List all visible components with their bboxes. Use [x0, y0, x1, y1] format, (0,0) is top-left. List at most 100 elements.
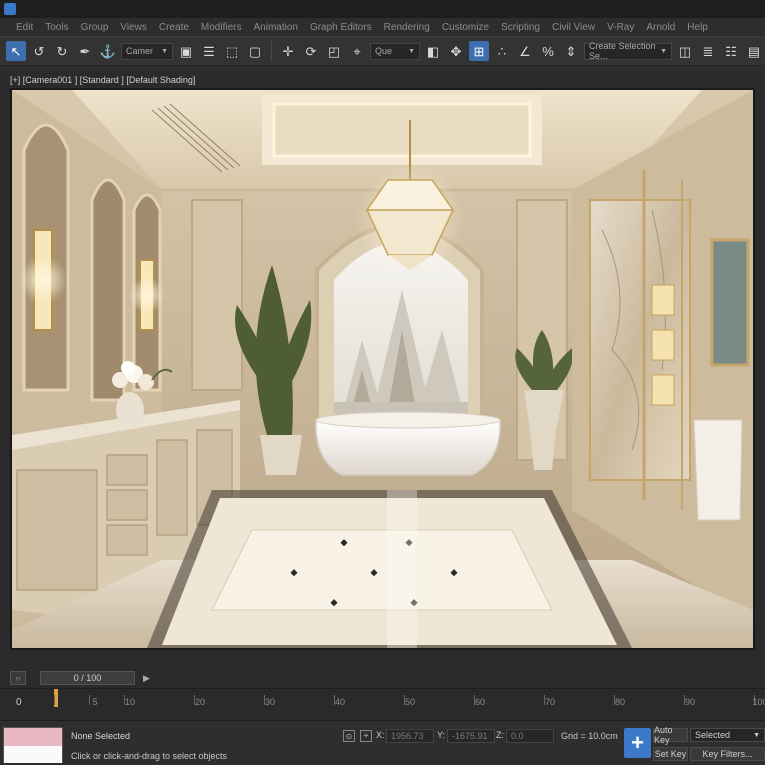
ruler-label: 5 [92, 697, 98, 707]
select-by-name-icon[interactable]: ☰ [199, 41, 219, 61]
select-object-icon[interactable]: ↖ [6, 41, 26, 61]
selection-status: None Selected [71, 731, 131, 741]
auto-key-button[interactable]: Auto Key [653, 725, 688, 745]
menu-help[interactable]: Help [681, 22, 714, 33]
mirror-icon[interactable]: ◫ [675, 41, 695, 61]
menu-bar: Edit Tools Group Views Create Modifiers … [0, 18, 765, 36]
named-selection-sets-dropdown[interactable]: Create Selection Se... ▼ [584, 41, 672, 61]
auto-key-label: Auto Key [654, 725, 673, 745]
selection-filter-value: Camer [126, 46, 154, 56]
ruler-label: 80 [614, 697, 626, 707]
y-coordinate-field[interactable]: -1675.91 [447, 729, 495, 743]
time-slider-bar: ○ 0 / 100 ▶ [0, 668, 765, 688]
menu-vray[interactable]: V-Ray [601, 22, 640, 33]
ruler-label: 70 [544, 697, 556, 707]
set-keys-icon[interactable]: + [624, 728, 651, 758]
reference-coordinate-dropdown[interactable]: Que ▼ [370, 42, 420, 60]
select-and-link-icon[interactable]: ↺ [29, 41, 49, 61]
menu-group[interactable]: Group [75, 22, 115, 33]
time-slider-next-icon[interactable]: ▶ [143, 673, 150, 684]
current-frame: 0 [16, 697, 22, 708]
time-slider-frame: 0 / 100 [73, 673, 102, 683]
ruler-label: 20 [194, 697, 206, 707]
z-coordinate-label: Z: [496, 730, 504, 740]
y-coordinate-value: -1675.91 [452, 731, 488, 741]
menu-graph-editors[interactable]: Graph Editors [304, 22, 378, 33]
key-filters-button[interactable]: Key Filters... [690, 747, 765, 761]
move-icon[interactable]: ✛ [278, 41, 298, 61]
grid-size-label: Grid = 10.0cm [561, 731, 618, 741]
keyboard-shortcut-override-icon[interactable]: ⊞ [469, 41, 489, 61]
placement-icon[interactable]: ⌖ [347, 41, 367, 61]
set-key-button[interactable]: Set Key [653, 747, 688, 761]
select-icon[interactable]: ▣ [176, 41, 196, 61]
y-coordinate-label: Y: [437, 730, 446, 740]
menu-civil-view[interactable]: Civil View [546, 22, 601, 33]
menu-views[interactable]: Views [114, 22, 153, 33]
bind-to-space-warp-icon[interactable]: ✒ [75, 41, 95, 61]
menu-arnold[interactable]: Arnold [640, 22, 681, 33]
key-mode-dropdown[interactable]: Selected ▼ [690, 728, 765, 742]
isolate-selection-icon[interactable]: ⊙ [343, 730, 355, 742]
ruler-label: 50 [404, 697, 416, 707]
track-bar[interactable]: 0 5 10 20 30 40 50 60 70 80 90 100 [0, 688, 765, 720]
toggle-ribbon-icon[interactable]: ▤ [744, 41, 764, 61]
align-icon[interactable]: ≣ [698, 41, 718, 61]
selection-filter-dropdown[interactable]: Camer ▼ [121, 42, 173, 60]
set-key-label: Set Key [654, 749, 687, 759]
percent-snap-icon[interactable]: % [538, 41, 558, 61]
ruler-label: 60 [474, 697, 486, 707]
toggle-timeline-icon[interactable]: ○ [10, 671, 26, 685]
window-crossing-icon[interactable]: ▢ [245, 41, 265, 61]
x-coordinate-field[interactable]: 1956.73 [386, 729, 434, 743]
scale-icon[interactable]: ◰ [324, 41, 344, 61]
chevron-down-icon: ▼ [408, 47, 415, 55]
maxscript-listener-swatch[interactable] [3, 727, 63, 763]
app-logo-icon [4, 3, 16, 15]
named-selection-sets-value: Create Selection Se... [589, 41, 656, 61]
toolbar-divider [271, 41, 272, 61]
angle-snap-icon[interactable]: ∠ [515, 41, 535, 61]
chevron-down-icon: ▼ [660, 47, 667, 55]
menu-modifiers[interactable]: Modifiers [195, 22, 248, 33]
ruler-label: 40 [334, 697, 346, 707]
ruler-label: 30 [264, 697, 276, 707]
absolute-mode-icon[interactable]: ⌖ [360, 730, 372, 742]
menu-tools[interactable]: Tools [39, 22, 74, 33]
menu-customize[interactable]: Customize [436, 22, 495, 33]
timeline-ruler[interactable]: 5 10 20 30 40 50 60 70 80 90 100 [54, 689, 765, 721]
unlink-icon[interactable]: ↻ [52, 41, 72, 61]
link-icon[interactable]: ⚓ [98, 41, 118, 61]
menu-create[interactable]: Create [153, 22, 195, 33]
main-toolbar: ↖ ↺ ↻ ✒ ⚓ Camer ▼ ▣ ☰ ⬚ ▢ ✛ ⟳ ◰ ⌖ Que ▼ ◧ … [0, 36, 765, 66]
title-bar [0, 0, 765, 18]
chevron-down-icon: ▼ [161, 47, 168, 55]
rectangular-selection-icon[interactable]: ⬚ [222, 41, 242, 61]
snaps-toggle-icon[interactable]: ∴ [492, 41, 512, 61]
key-mode-value: Selected [695, 730, 731, 740]
camera-viewport[interactable] [10, 88, 755, 650]
viewport-label[interactable]: [+] [Camera001 ] [Standard ] [Default Sh… [10, 75, 195, 85]
menu-rendering[interactable]: Rendering [378, 22, 436, 33]
prompt-line: Click or click-and-drag to select object… [71, 751, 228, 761]
z-coordinate-value: 0.0 [511, 731, 524, 741]
rendered-bathroom-scene [12, 90, 753, 648]
menu-edit[interactable]: Edit [10, 22, 39, 33]
ruler-label: 10 [124, 697, 136, 707]
maxscript-swatch-top [4, 728, 62, 746]
select-manipulate-icon[interactable]: ✥ [446, 41, 466, 61]
maxscript-swatch-bottom [4, 746, 62, 763]
pivot-center-icon[interactable]: ◧ [423, 41, 443, 61]
viewport-header: [+] [Camera001 ] [Standard ] [Default Sh… [0, 72, 765, 88]
x-coordinate-value: 1956.73 [391, 731, 424, 741]
reference-coordinate-value: Que [375, 46, 393, 56]
ruler-tick [54, 695, 55, 705]
status-bar: None Selected Click or click-and-drag to… [0, 720, 765, 765]
z-coordinate-field[interactable]: 0.0 [506, 729, 554, 743]
layer-explorer-icon[interactable]: ☷ [721, 41, 741, 61]
spinner-snap-icon[interactable]: ⇕ [561, 41, 581, 61]
menu-animation[interactable]: Animation [247, 22, 303, 33]
time-slider[interactable]: 0 / 100 [40, 671, 135, 685]
menu-scripting[interactable]: Scripting [495, 22, 546, 33]
rotate-icon[interactable]: ⟳ [301, 41, 321, 61]
